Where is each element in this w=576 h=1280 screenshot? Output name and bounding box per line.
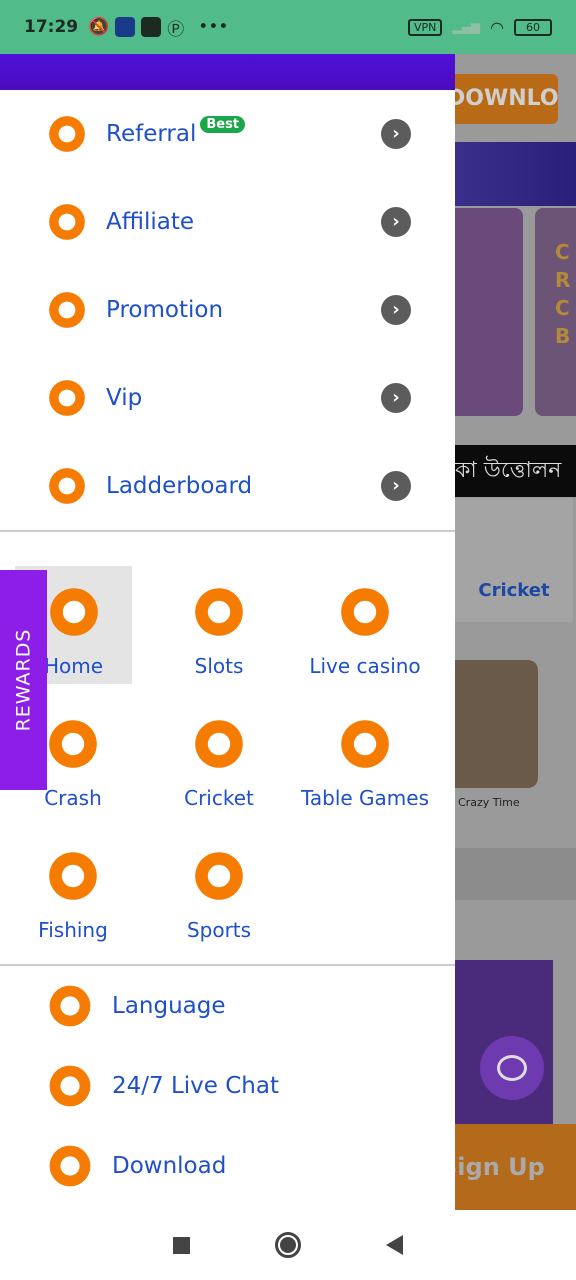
slots-icon (191, 584, 247, 640)
category-card: Cricket (455, 498, 573, 622)
headset-icon (46, 1062, 94, 1110)
chevron-right-icon: › (381, 471, 411, 501)
background-band (455, 142, 576, 206)
menu-item-label: Referral (106, 121, 197, 147)
referral-icon (46, 113, 88, 155)
download-icon (46, 1142, 94, 1190)
rewards-tab[interactable]: REWARDS (0, 570, 47, 790)
globe-icon (46, 982, 94, 1030)
game-thumbnail (455, 660, 538, 788)
chevron-right-icon: › (381, 119, 411, 149)
banner-image (455, 208, 523, 416)
trophy-icon (46, 465, 88, 507)
download-banner-button: DOWNLOAD (455, 74, 558, 124)
vpn-icon: VPN (407, 18, 443, 36)
game-category-slots[interactable]: Slots (146, 566, 292, 684)
fishing-icon (45, 848, 101, 904)
drawer-header (0, 54, 455, 90)
status-bar: 17:29 🔕 Ⓟ ••• VPN ▂▄▆ ◠ 60 (0, 0, 576, 54)
game-category-label: Sports (186, 918, 252, 942)
game-category-live-casino[interactable]: Live casino (292, 566, 438, 684)
recents-button[interactable] (172, 1236, 190, 1254)
menu-item-affiliate[interactable]: Affiliate › (0, 178, 455, 266)
status-time: 17:29 (24, 17, 79, 37)
chat-icon (497, 1055, 527, 1081)
promotion-icon (46, 289, 88, 331)
system-nav-bar (0, 1210, 576, 1280)
side-drawer: Referral Best › Affiliate › Promotion › … (0, 54, 455, 1210)
chat-fab[interactable] (480, 1036, 544, 1100)
home-button[interactable] (274, 1232, 301, 1258)
game-category-fishing[interactable]: Fishing (0, 830, 146, 948)
game-category-table-games[interactable]: Table Games (292, 698, 438, 816)
banner-text: CRCB (555, 240, 571, 348)
cricket-icon (191, 716, 247, 772)
best-badge: Best (200, 116, 246, 133)
menu-item-label: 24/7 Live Chat (112, 1073, 279, 1099)
game-title: Crazy Time (458, 796, 520, 809)
game-category-label: Cricket (184, 786, 254, 810)
menu-item-globe[interactable]: Language (0, 966, 455, 1046)
background-band-2 (455, 848, 576, 900)
game-category-label: Slots (194, 654, 244, 678)
affiliate-icon (46, 201, 88, 243)
menu-item-label: Vip (106, 385, 143, 411)
table-games-icon (337, 716, 393, 772)
menu-item-vip[interactable]: Vip › (0, 354, 455, 442)
menu-item-label: Promotion (106, 297, 224, 323)
wifi-icon: ◠ (490, 17, 504, 37)
chevron-right-icon: › (381, 383, 411, 413)
game-category-label: Home (43, 654, 104, 678)
signal-icon: ▂▄▆ (452, 20, 481, 34)
shield-app-icon (115, 17, 136, 37)
menu-item-ladderboard[interactable]: Ladderboard › (0, 442, 455, 530)
menu-item-download[interactable]: Download (0, 1126, 455, 1206)
wb-app-icon (141, 17, 162, 37)
crown-icon (46, 377, 88, 419)
menu-item-label: Affiliate (106, 209, 195, 235)
back-button[interactable] (386, 1235, 404, 1255)
menu-item-referral[interactable]: Referral Best › (0, 90, 455, 178)
menu-item-label: Download (112, 1153, 227, 1179)
battery-icon: 60 (514, 18, 552, 36)
more-icon: ••• (198, 17, 229, 37)
sports-icon (191, 848, 247, 904)
chevron-right-icon: › (381, 295, 411, 325)
crash-icon (45, 716, 101, 772)
ticker: কা উত্তোলন (455, 445, 576, 497)
chevron-right-icon: › (381, 207, 411, 237)
game-category-label: Live casino (309, 654, 421, 678)
game-category-sports[interactable]: Sports (146, 830, 292, 948)
banner-image-2: CRCB (535, 208, 576, 416)
bell-off-icon: 🔕 (88, 17, 110, 37)
menu-item-label: Language (112, 993, 226, 1019)
live-casino-icon (337, 584, 393, 640)
menu-item-promotion[interactable]: Promotion › (0, 266, 455, 354)
rewards-label: REWARDS (12, 628, 35, 732)
game-category-label: Fishing (38, 918, 108, 942)
pinterest-icon: Ⓟ (167, 19, 185, 40)
menu-item-label: Ladderboard (106, 473, 253, 499)
menu-item-headset[interactable]: 24/7 Live Chat (0, 1046, 455, 1126)
game-category-label: Crash (44, 786, 102, 810)
home-icon (46, 584, 102, 640)
game-category-cricket[interactable]: Cricket (146, 698, 292, 816)
game-category-label: Table Games (300, 786, 430, 810)
